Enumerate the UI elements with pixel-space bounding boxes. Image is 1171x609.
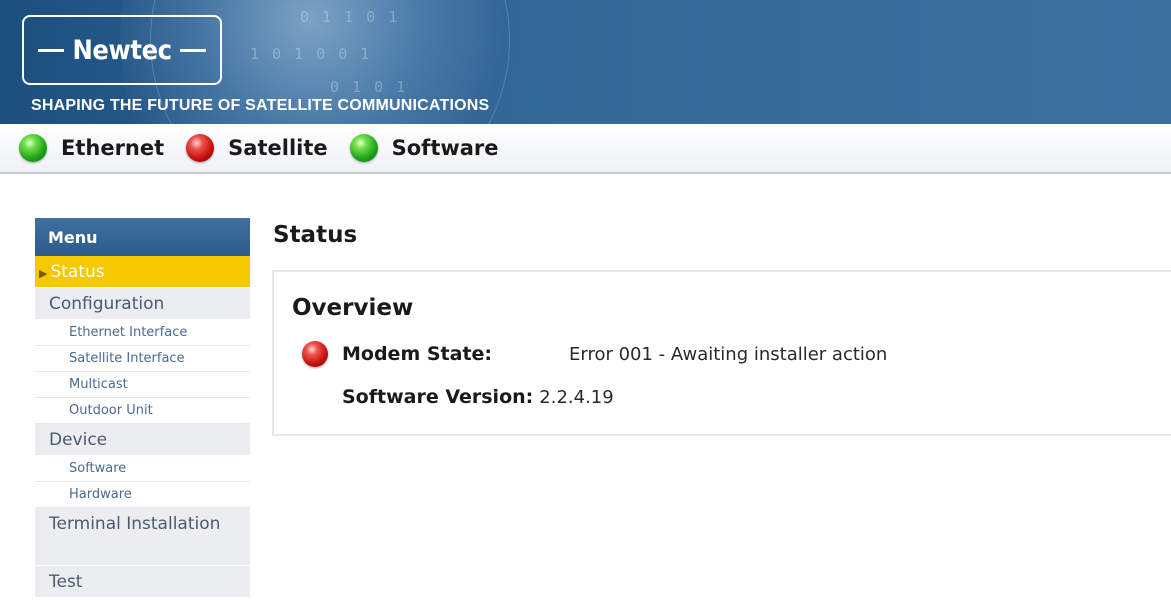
software-version-value: 2.2.4.19 <box>539 386 614 408</box>
menu-subitem-ethernet-interface[interactable]: Ethernet Interface <box>35 320 250 346</box>
binary-decoration: 0 1 1 0 1 <box>300 8 400 26</box>
green-status-icon <box>19 134 47 162</box>
green-status-icon <box>349 134 378 162</box>
software-version-row: Software Version: 2.2.4.19 <box>342 386 614 408</box>
overview-panel: Overview Modem State: Error 001 - Awaiti… <box>272 270 1171 436</box>
menu-item-label: Status <box>50 262 105 282</box>
header-banner: 0 1 1 0 1 1 0 1 0 0 1 0 1 0 1 Newtec SHA… <box>0 0 1171 124</box>
binary-decoration: 0 1 0 1 <box>330 78 408 96</box>
menu-subitem-satellite-interface[interactable]: Satellite Interface <box>35 346 250 372</box>
red-status-icon <box>302 341 328 367</box>
indicator-label: Satellite <box>228 136 328 160</box>
menu-item-configuration[interactable]: Configuration <box>35 288 250 320</box>
menu-subitem-software[interactable]: Software <box>35 456 250 482</box>
modem-state-label: Modem State: <box>342 343 493 365</box>
logo-dash-left <box>37 48 64 52</box>
arrow-right-icon: ▶ <box>39 267 48 280</box>
indicator-satellite: Satellite <box>186 134 328 162</box>
indicator-label: Software <box>391 136 499 160</box>
tagline: SHAPING THE FUTURE OF SATELLITE COMMUNIC… <box>31 97 490 114</box>
overview-title: Overview <box>292 295 414 321</box>
menu-item-status[interactable]: ▶ Status <box>35 256 250 288</box>
menu-header: Menu <box>35 218 250 256</box>
indicator-ethernet: Ethernet <box>19 134 164 162</box>
status-indicator-bar: Ethernet Satellite Software <box>0 124 1171 174</box>
binary-decoration: 1 0 1 0 0 1 <box>250 45 372 63</box>
newtec-logo[interactable]: Newtec <box>22 15 222 85</box>
software-version-label: Software Version: <box>342 386 534 408</box>
menu-subitem-outdoor-unit[interactable]: Outdoor Unit <box>35 398 250 424</box>
menu-item-test[interactable]: Test <box>35 566 250 598</box>
logo-dash-right <box>180 48 207 52</box>
modem-state-row: Modem State: Error 001 - Awaiting instal… <box>302 341 887 367</box>
red-status-icon <box>186 134 215 162</box>
menu-subitem-multicast[interactable]: Multicast <box>35 372 250 398</box>
logo-text: Newtec <box>72 34 172 66</box>
indicator-label: Ethernet <box>61 136 165 160</box>
menu-item-terminal-installation[interactable]: Terminal Installation <box>35 508 250 566</box>
menu-item-device[interactable]: Device <box>35 424 250 456</box>
sidebar-menu: Menu ▶ Status Configuration Ethernet Inte… <box>35 218 250 598</box>
indicator-software: Software <box>349 134 499 162</box>
page-title: Status <box>273 222 358 248</box>
menu-subitem-hardware[interactable]: Hardware <box>35 482 250 508</box>
modem-state-value: Error 001 - Awaiting installer action <box>569 343 888 365</box>
